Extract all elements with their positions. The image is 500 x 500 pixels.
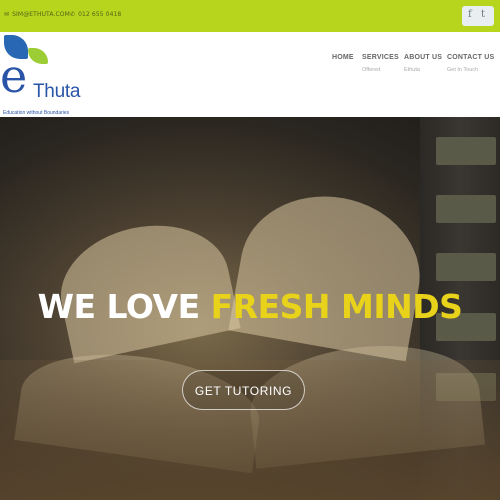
nav-services[interactable]: SERVICES Offered <box>362 54 399 73</box>
hero-banner: WE LOVE FRESH MINDS GET TUTORING <box>0 117 500 500</box>
headline-plain: WE LOVE <box>37 287 201 326</box>
shelf-book <box>436 253 496 281</box>
logo-green-leaf <box>28 48 48 64</box>
hero-headline: WE LOVE FRESH MINDS <box>0 287 500 326</box>
logo-letter-e: e <box>0 49 28 103</box>
envelope-icon: ✉ <box>4 11 10 18</box>
nav-services-label: SERVICES <box>362 54 399 61</box>
open-book-page <box>228 182 432 362</box>
site-header: e Thuta Education without Boundaries HOM… <box>0 32 500 117</box>
top-bar: ✉ SIM@ETHUTA.COM ✆ 012 655 0418 f t <box>0 0 500 32</box>
nav-contact[interactable]: CONTACT US Get In Touch <box>447 54 494 73</box>
shelf-book <box>436 195 496 223</box>
headline-accent: FRESH MINDS <box>210 287 463 326</box>
logo-wordmark: Thuta <box>33 81 81 102</box>
nav-about-label: ABOUT US <box>404 54 443 61</box>
twitter-icon[interactable]: t <box>481 9 485 20</box>
logo-tagline: Education without Boundaries <box>3 110 70 116</box>
email-text: SIM@ETHUTA.COM <box>12 11 70 18</box>
nav-contact-sub: Get In Touch <box>447 67 479 73</box>
nav-services-sub: Offered <box>362 67 381 73</box>
phone-contact[interactable]: ✆ 012 655 0418 <box>70 11 121 18</box>
phone-icon: ✆ <box>70 11 76 18</box>
shelf-book <box>436 137 496 165</box>
nav-about-sub: Ethuta <box>404 67 420 73</box>
get-tutoring-button[interactable]: GET TUTORING <box>182 370 305 410</box>
nav-home-label: HOME <box>332 54 354 61</box>
nav-home[interactable]: HOME <box>332 54 354 61</box>
phone-text: 012 655 0418 <box>78 11 122 18</box>
email-contact[interactable]: ✉ SIM@ETHUTA.COM <box>4 11 70 18</box>
facebook-icon[interactable]: f <box>468 9 472 20</box>
nav-contact-label: CONTACT US <box>447 54 495 61</box>
ethuta-logo[interactable]: e Thuta Education without Boundaries <box>0 35 86 117</box>
social-links: f t <box>462 6 494 26</box>
nav-about[interactable]: ABOUT US Ethuta <box>404 54 442 73</box>
